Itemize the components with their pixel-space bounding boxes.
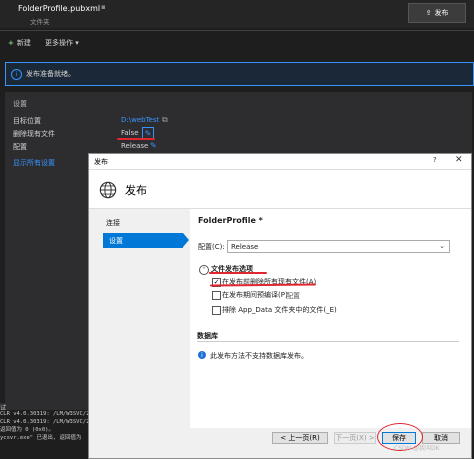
file-subtitle: 文件夹 <box>30 18 50 26</box>
exclude-app-data-checkbox[interactable] <box>212 306 221 315</box>
chevron-down-icon: ▾ <box>75 39 79 47</box>
publish-button-label: 发布 <box>434 9 449 17</box>
previous-button[interactable]: < 上一页(R) <box>272 432 328 444</box>
exclude-app-data-option-label[interactable]: 排除 App_Data 文件夹中的文件(_E) <box>222 305 337 315</box>
publish-dialog: 发布 ? ✕ 发布 连接 设置 FolderProfile * 配置(C): R… <box>88 153 472 459</box>
info-icon: i <box>198 351 206 359</box>
annotation-underline <box>209 272 267 274</box>
edit-configuration-button[interactable]: ✎ <box>150 141 157 150</box>
collapse-icon[interactable]: ˄ <box>199 265 209 275</box>
globe-icon <box>99 181 117 199</box>
divider <box>197 341 459 342</box>
output-panel: CLR v4.0.30319: /LM/W3SVC/2 CLR v4.0.303… <box>0 410 90 457</box>
target-location-link[interactable]: D:\webTest <box>121 116 159 124</box>
configuration-label: 配置 <box>13 143 27 151</box>
close-button[interactable]: ✕ <box>455 155 463 165</box>
nav-selection-arrow <box>183 233 189 247</box>
new-button[interactable]: + 新建 <box>8 38 31 48</box>
next-button[interactable]: 下一页(X) > <box>334 432 376 444</box>
output-panel-header: 试 <box>0 403 90 412</box>
publish-button[interactable]: ⇪ 发布 <box>408 3 466 23</box>
copy-icon[interactable]: ⧉ <box>162 115 168 125</box>
info-bar: i 发布准备就绪。 <box>5 62 474 86</box>
chevron-down-icon: ⌄ <box>439 242 445 250</box>
dialog-title: 发布 <box>94 158 108 166</box>
configuration-select-value: Release <box>231 242 259 251</box>
help-button[interactable]: ? <box>433 156 437 164</box>
dialog-titlebar <box>89 154 471 170</box>
target-location-label: 目标位置 <box>13 117 41 125</box>
pencil-icon: ✎ <box>150 141 157 150</box>
output-line: CLR v4.0.30319: /LM/W3SVC/2 <box>0 419 90 425</box>
precompile-option-label[interactable]: 在发布期间预编译(P) <box>222 290 288 300</box>
database-heading: 数据库 <box>197 332 218 340</box>
nav-item-connection[interactable]: 连接 <box>106 218 120 228</box>
annotation-underline <box>117 138 155 140</box>
delete-existing-files-value: False <box>121 129 139 137</box>
configuration-value: Release <box>121 142 149 150</box>
database-info-text: 此发布方法不支持数据库发布。 <box>210 352 308 360</box>
profile-name: FolderProfile * <box>198 216 263 225</box>
configuration-select-label: 配置(C): <box>198 243 225 251</box>
info-message: 发布准备就绪。 <box>26 70 75 78</box>
pin-icon[interactable]: ▪ <box>101 3 106 11</box>
settings-heading: 设置 <box>13 100 27 108</box>
configure-link[interactable]: 配置 <box>286 291 300 301</box>
nav-item-settings[interactable]: 设置 <box>103 233 183 248</box>
precompile-checkbox[interactable] <box>212 291 221 300</box>
pencil-icon: ✎ <box>144 128 152 138</box>
dialog-heading: 发布 <box>125 184 147 197</box>
more-actions-dropdown[interactable]: 更多操作 ▾ <box>45 38 79 48</box>
file-title: FolderProfile.pubxml <box>18 4 101 13</box>
more-actions-label: 更多操作 <box>45 39 73 47</box>
output-line: ycsvr.exe" 已退出, 返回值为 <box>0 435 82 441</box>
info-icon: i <box>11 68 22 80</box>
divider <box>0 30 474 31</box>
output-line: CLR v4.0.30319: /LM/W3SVC/2 <box>0 411 90 417</box>
plus-icon: + <box>8 39 14 47</box>
new-button-label: 新建 <box>16 39 31 47</box>
watermark: CSDN @我叫DK <box>394 445 440 452</box>
delete-existing-files-label: 删除现有文件 <box>13 130 55 138</box>
configuration-select[interactable]: Release ⌄ <box>227 240 450 253</box>
output-line: 返回值为 0 (0x0)。 <box>0 427 54 433</box>
upload-icon: ⇪ <box>425 9 432 17</box>
show-all-settings-link[interactable]: 显示所有设置 <box>13 158 55 168</box>
